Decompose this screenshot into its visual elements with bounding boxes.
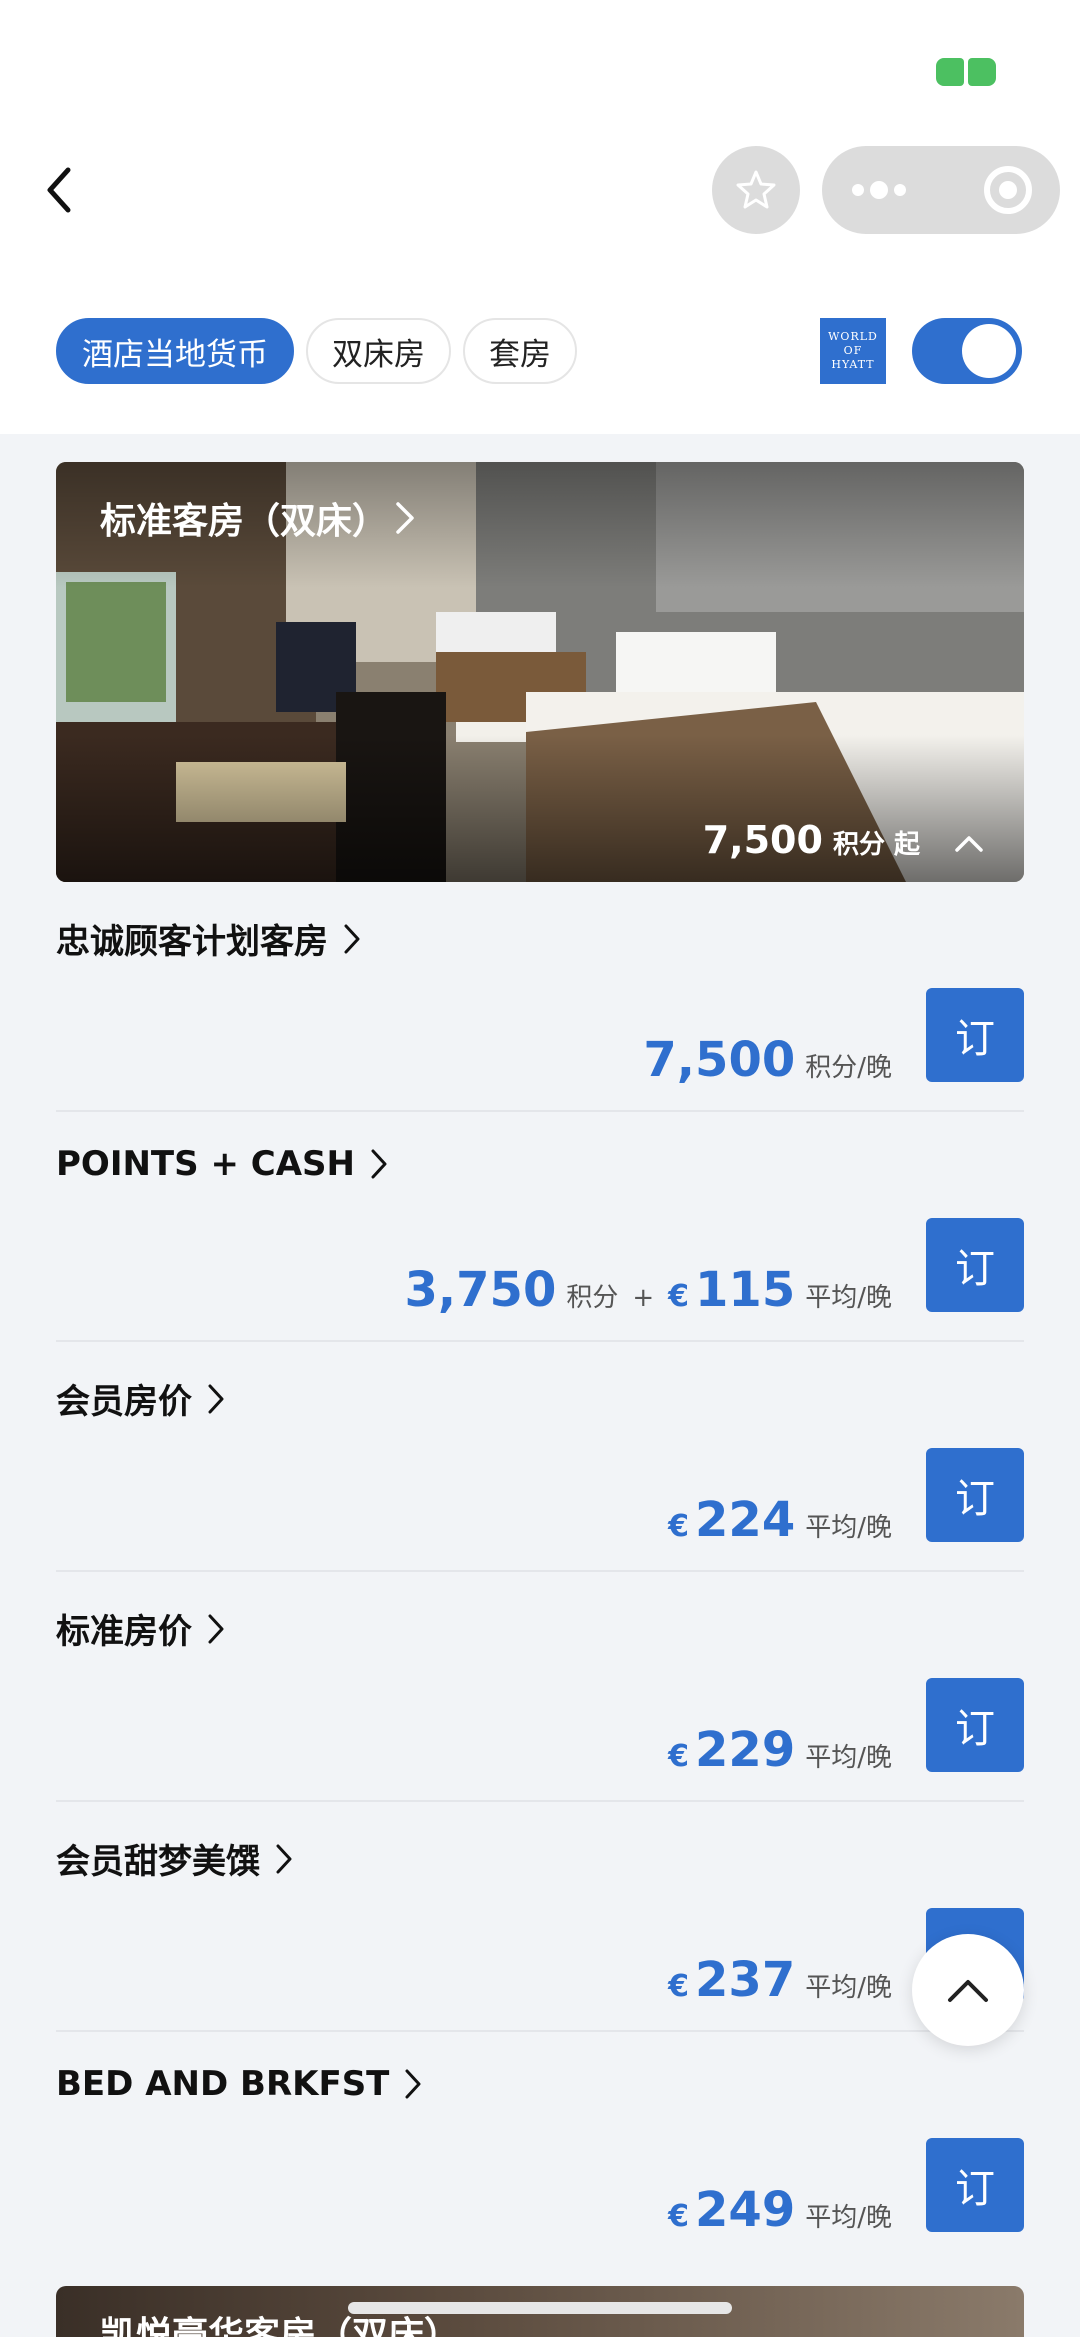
rate-row-member-dream: 会员甜梦美馔 € 237 平均/晚 订 bbox=[56, 1802, 1024, 2032]
rate-row-member: 会员房价 € 224 平均/晚 订 bbox=[56, 1342, 1024, 1572]
rate-price-value: 115 bbox=[695, 1262, 796, 1318]
book-button[interactable]: 订 bbox=[926, 988, 1024, 1082]
chevron-right-icon bbox=[396, 502, 414, 534]
rate-currency: € bbox=[668, 1969, 690, 2004]
chevron-up-icon[interactable] bbox=[954, 833, 984, 853]
chevron-right-icon bbox=[344, 924, 360, 953]
rate-currency: € bbox=[668, 1739, 690, 1774]
logo-line: OF bbox=[843, 344, 863, 357]
filter-chip-suite[interactable]: 套房 bbox=[463, 318, 577, 384]
rate-name-text: 会员甜梦美馔 bbox=[56, 1842, 260, 1882]
room-card[interactable]: 标准客房（双床） 7,500 积分 起 bbox=[56, 462, 1024, 882]
toggle-knob bbox=[962, 324, 1016, 378]
rate-name[interactable]: BED AND BRKFST bbox=[56, 2064, 423, 2104]
rate-row-points-cash: POINTS + CASH 3,750 积分 + € 115 平均/晚 订 bbox=[56, 1112, 1024, 1342]
rate-row-standard: 标准房价 € 229 平均/晚 订 bbox=[56, 1572, 1024, 1802]
rate-price-value: 237 bbox=[695, 1952, 796, 2008]
chevron-right-icon bbox=[208, 1384, 224, 1413]
rate-price-unit: 平均/晚 bbox=[805, 1283, 892, 1313]
miniprogram-capsule bbox=[822, 146, 1060, 234]
rate-row-bed-breakfast: BED AND BRKFST € 249 平均/晚 订 bbox=[56, 2032, 1024, 2262]
rate-price-value: 249 bbox=[695, 2182, 796, 2238]
rate-price-unit: 积分/晚 bbox=[805, 1053, 892, 1083]
rate-name-text: 忠诚顾客计划客房 bbox=[56, 922, 328, 962]
link-status-icon bbox=[936, 58, 998, 86]
world-of-hyatt-logo: WORLD OF HYATT bbox=[820, 318, 886, 384]
rate-price-value: 7,500 bbox=[643, 1032, 796, 1088]
home-indicator[interactable] bbox=[348, 2302, 732, 2314]
logo-line: WORLD bbox=[828, 330, 878, 343]
close-miniprogram-icon[interactable] bbox=[984, 166, 1032, 214]
room-title: 标准客房（双床） bbox=[100, 492, 416, 544]
chevron-up-icon bbox=[948, 1980, 988, 2002]
points-toggle[interactable] bbox=[912, 318, 1022, 384]
rate-price-value: 224 bbox=[695, 1492, 796, 1548]
favorite-button[interactable] bbox=[712, 146, 800, 234]
more-options-icon[interactable] bbox=[852, 181, 906, 199]
book-button[interactable]: 订 bbox=[926, 1448, 1024, 1542]
rate-name[interactable]: 忠诚顾客计划客房 bbox=[56, 914, 362, 963]
scroll-to-top-button[interactable] bbox=[912, 1934, 1024, 2046]
rate-price: € 229 平均/晚 bbox=[668, 1722, 892, 1778]
rate-price: € 224 平均/晚 bbox=[668, 1492, 892, 1548]
rate-points-unit: 积分 bbox=[566, 1283, 619, 1313]
rate-name[interactable]: POINTS + CASH bbox=[56, 1144, 389, 1184]
room-title-text: 标准客房（双床） bbox=[100, 501, 389, 542]
filter-chips: 酒店当地货币 双床房 套房 bbox=[56, 318, 577, 384]
rate-name-text: POINTS + CASH bbox=[56, 1144, 355, 1184]
back-button[interactable] bbox=[36, 160, 80, 220]
rate-row-loyalty: 忠诚顾客计划客房 7,500 积分/晚 订 bbox=[56, 882, 1024, 1112]
rate-name[interactable]: 会员甜梦美馔 bbox=[56, 1834, 294, 1883]
chevron-left-icon bbox=[47, 167, 71, 213]
book-button[interactable]: 订 bbox=[926, 1218, 1024, 1312]
chevron-right-icon bbox=[371, 1149, 387, 1179]
chevron-right-icon bbox=[405, 2069, 421, 2099]
rate-plus: + bbox=[632, 1283, 655, 1313]
rate-price-unit: 平均/晚 bbox=[805, 1743, 892, 1773]
rate-price-unit: 平均/晚 bbox=[805, 1973, 892, 2003]
chevron-right-icon bbox=[276, 1844, 292, 1873]
logo-line: HYATT bbox=[831, 358, 875, 371]
book-button[interactable]: 订 bbox=[926, 1678, 1024, 1772]
top-bar: 酒店当地货币 双床房 套房 WORLD OF HYATT bbox=[0, 0, 1080, 434]
filter-chip-twin-room[interactable]: 双床房 bbox=[306, 318, 451, 384]
rate-price: 3,750 积分 + € 115 平均/晚 bbox=[405, 1262, 892, 1318]
filter-chip-local-currency[interactable]: 酒店当地货币 bbox=[56, 318, 294, 384]
rate-price: € 237 平均/晚 bbox=[668, 1952, 892, 2008]
rate-points-value: 3,750 bbox=[404, 1262, 557, 1318]
book-button[interactable]: 订 bbox=[926, 2138, 1024, 2232]
rate-price: 7,500 积分/晚 bbox=[643, 1032, 892, 1088]
rate-price-unit: 平均/晚 bbox=[805, 1513, 892, 1543]
room-price-points: 7,500 bbox=[702, 818, 823, 862]
rate-price-unit: 平均/晚 bbox=[805, 2203, 892, 2233]
rate-name[interactable]: 会员房价 bbox=[56, 1374, 226, 1423]
rate-currency: € bbox=[668, 1279, 690, 1314]
chevron-right-icon bbox=[208, 1614, 224, 1643]
rate-list: 忠诚顾客计划客房 7,500 积分/晚 订 POINTS + CASH 3,75… bbox=[56, 882, 1024, 2262]
rate-price-value: 229 bbox=[695, 1722, 796, 1778]
star-icon bbox=[736, 170, 776, 209]
rate-name-text: BED AND BRKFST bbox=[56, 2064, 390, 2104]
rate-name-text: 会员房价 bbox=[56, 1382, 192, 1422]
room-price-unit: 积分 起 bbox=[832, 830, 920, 860]
rate-name[interactable]: 标准房价 bbox=[56, 1604, 226, 1653]
rate-currency: € bbox=[668, 2199, 690, 2234]
rate-currency: € bbox=[668, 1509, 690, 1544]
rate-price: € 249 平均/晚 bbox=[668, 2182, 892, 2238]
room-price: 7,500 积分 起 bbox=[703, 818, 984, 862]
rate-name-text: 标准房价 bbox=[56, 1612, 192, 1652]
